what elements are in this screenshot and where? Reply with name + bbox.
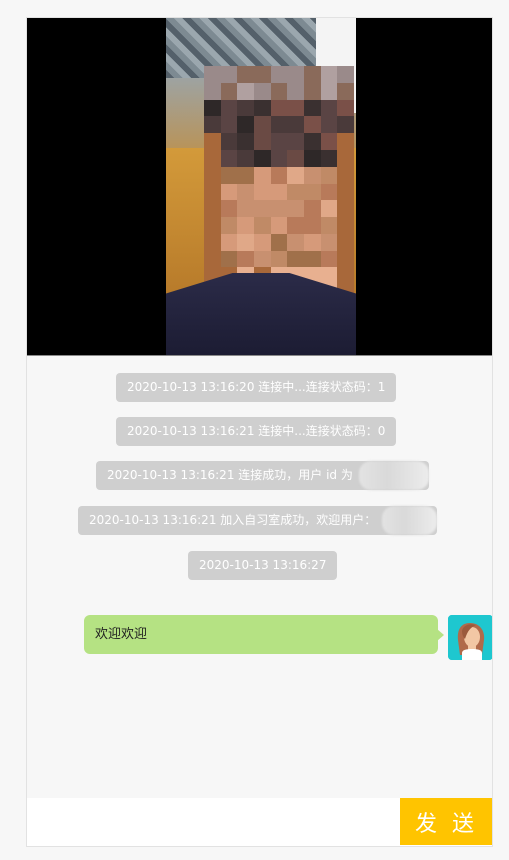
message-input-bar: 发 送 — [27, 798, 492, 846]
system-message: 2020-10-13 13:16:21 连接中...连接状态码：0 — [116, 417, 397, 446]
message-input[interactable] — [27, 798, 399, 846]
system-message-text: 2020-10-13 13:16:21 连接成功，用户 id 为 — [107, 468, 353, 482]
system-message-with-id: 2020-10-13 13:16:21 连接成功，用户 id 为 — [96, 461, 429, 490]
redacted-user-id — [358, 461, 429, 490]
avatar-person-icon — [448, 615, 492, 660]
video-panel — [27, 18, 492, 356]
remote-video-stream — [166, 18, 356, 355]
system-message-with-user: 2020-10-13 13:16:21 加入自习室成功，欢迎用户： — [78, 506, 438, 535]
send-button[interactable]: 发 送 — [400, 798, 492, 845]
system-message: 2020-10-13 13:16:27 — [188, 551, 338, 580]
study-room-chat-window: 2020-10-13 13:16:20 连接中...连接状态码：1 2020-1… — [26, 17, 493, 847]
system-message-text: 2020-10-13 13:16:21 加入自习室成功，欢迎用户： — [89, 513, 377, 527]
user-message-bubble: 欢迎欢迎 — [84, 615, 444, 654]
system-message: 2020-10-13 13:16:20 连接中...连接状态码：1 — [116, 373, 397, 402]
chat-message-list[interactable]: 2020-10-13 13:16:20 连接中...连接状态码：1 2020-1… — [27, 356, 492, 798]
pixelated-face — [204, 66, 354, 301]
user-avatar[interactable] — [448, 615, 492, 660]
redacted-username — [382, 506, 438, 535]
